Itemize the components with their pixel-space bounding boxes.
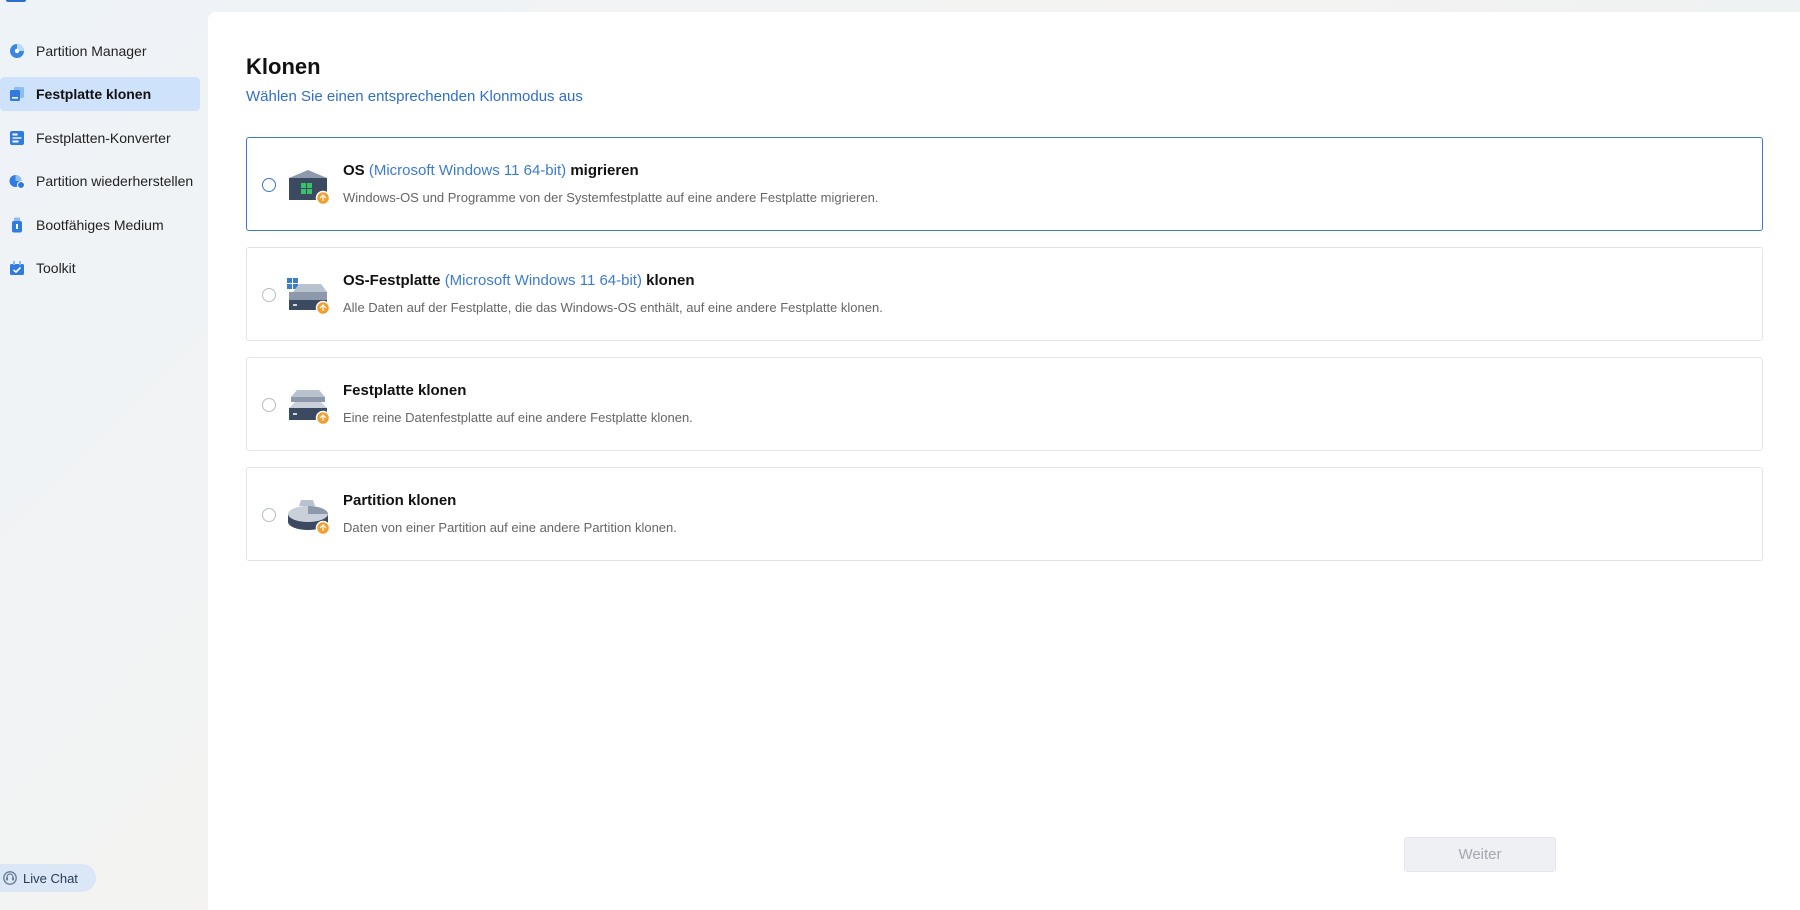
clone-option-disk[interactable]: Festplatte klonen Eine reine Datenfestpl…: [246, 357, 1763, 451]
headset-icon: [3, 871, 17, 885]
sidebar-item-label: Partition wiederherstellen: [36, 173, 194, 189]
sidebar: Partition Manager Festplatte klonen Fest…: [0, 0, 208, 910]
sidebar-item-partition-manager[interactable]: Partition Manager: [0, 34, 200, 68]
option-title-action: migrieren: [570, 162, 639, 179]
option-title: OS-Festplatte (Microsoft Windows 11 64-b…: [343, 272, 694, 289]
converter-icon: [10, 131, 24, 145]
option-title-os-name: (Microsoft Windows 11 64-bit): [368, 162, 567, 179]
sidebar-item-bootfaehiges-medium[interactable]: Bootfähiges Medium: [0, 208, 200, 242]
option-description: Eine reine Datenfestplatte auf eine ande…: [343, 410, 693, 425]
option-title: Partition klonen: [343, 492, 456, 509]
main-panel: Klonen Wählen Sie einen entsprechenden K…: [208, 12, 1800, 910]
option-description: Daten von einer Partition auf eine ander…: [343, 520, 677, 535]
sidebar-item-festplatte-klonen[interactable]: Festplatte klonen: [0, 77, 200, 111]
disk-clone-icon: [289, 390, 331, 426]
live-chat-button[interactable]: Live Chat: [0, 864, 96, 892]
option-title: OS (Microsoft Windows 11 64-bit) migrier…: [343, 162, 639, 179]
partition-clone-icon: [288, 500, 331, 536]
sidebar-item-label: Bootfähiges Medium: [36, 217, 164, 233]
sidebar-item-label: Partition Manager: [36, 43, 147, 59]
sidebar-item-label: Toolkit: [36, 260, 76, 276]
recover-partition-icon: [9, 175, 25, 189]
option-title: Festplatte klonen: [343, 382, 466, 399]
radio-button[interactable]: [262, 288, 276, 302]
os-disk-clone-icon: [287, 278, 331, 316]
option-title-main: Festplatte klonen: [343, 382, 467, 399]
option-title-main: OS-Festplatte: [343, 272, 441, 289]
clone-option-partition[interactable]: Partition klonen Daten von einer Partiti…: [246, 467, 1763, 561]
page-subtitle: Wählen Sie einen entsprechenden Klonmodu…: [246, 88, 583, 105]
sidebar-item-partition-wiederherstellen[interactable]: Partition wiederherstellen: [0, 164, 200, 198]
os-migrate-icon: [289, 170, 331, 206]
option-description: Windows-OS und Programme von der Systemf…: [343, 190, 879, 205]
sidebar-item-label: Festplatte klonen: [36, 86, 152, 102]
clone-disk-icon: [10, 87, 24, 101]
usb-drive-icon: [12, 217, 22, 233]
option-title-main: Partition klonen: [343, 492, 457, 509]
pie-chart-icon: [10, 44, 24, 58]
live-chat-label: Live Chat: [23, 870, 78, 886]
option-description: Alle Daten auf der Festplatte, die das W…: [343, 300, 883, 315]
option-title-action: klonen: [646, 272, 695, 289]
sidebar-item-festplatten-konverter[interactable]: Festplatten-Konverter: [0, 121, 200, 155]
radio-button[interactable]: [262, 178, 276, 192]
page-title: Klonen: [246, 54, 321, 79]
next-button[interactable]: Weiter: [1404, 837, 1556, 872]
app-logo-icon: [6, 0, 26, 2]
radio-button[interactable]: [262, 508, 276, 522]
radio-button[interactable]: [262, 398, 276, 412]
option-title-os-name: (Microsoft Windows 11 64-bit): [444, 272, 642, 289]
sidebar-item-label: Festplatten-Konverter: [36, 130, 171, 146]
option-title-main: OS: [343, 162, 365, 179]
clone-option-os-disk[interactable]: OS-Festplatte (Microsoft Windows 11 64-b…: [246, 247, 1763, 341]
toolkit-icon: [10, 261, 24, 275]
sidebar-item-toolkit[interactable]: Toolkit: [0, 251, 200, 285]
clone-option-os-migrate[interactable]: OS (Microsoft Windows 11 64-bit) migrier…: [246, 137, 1763, 231]
